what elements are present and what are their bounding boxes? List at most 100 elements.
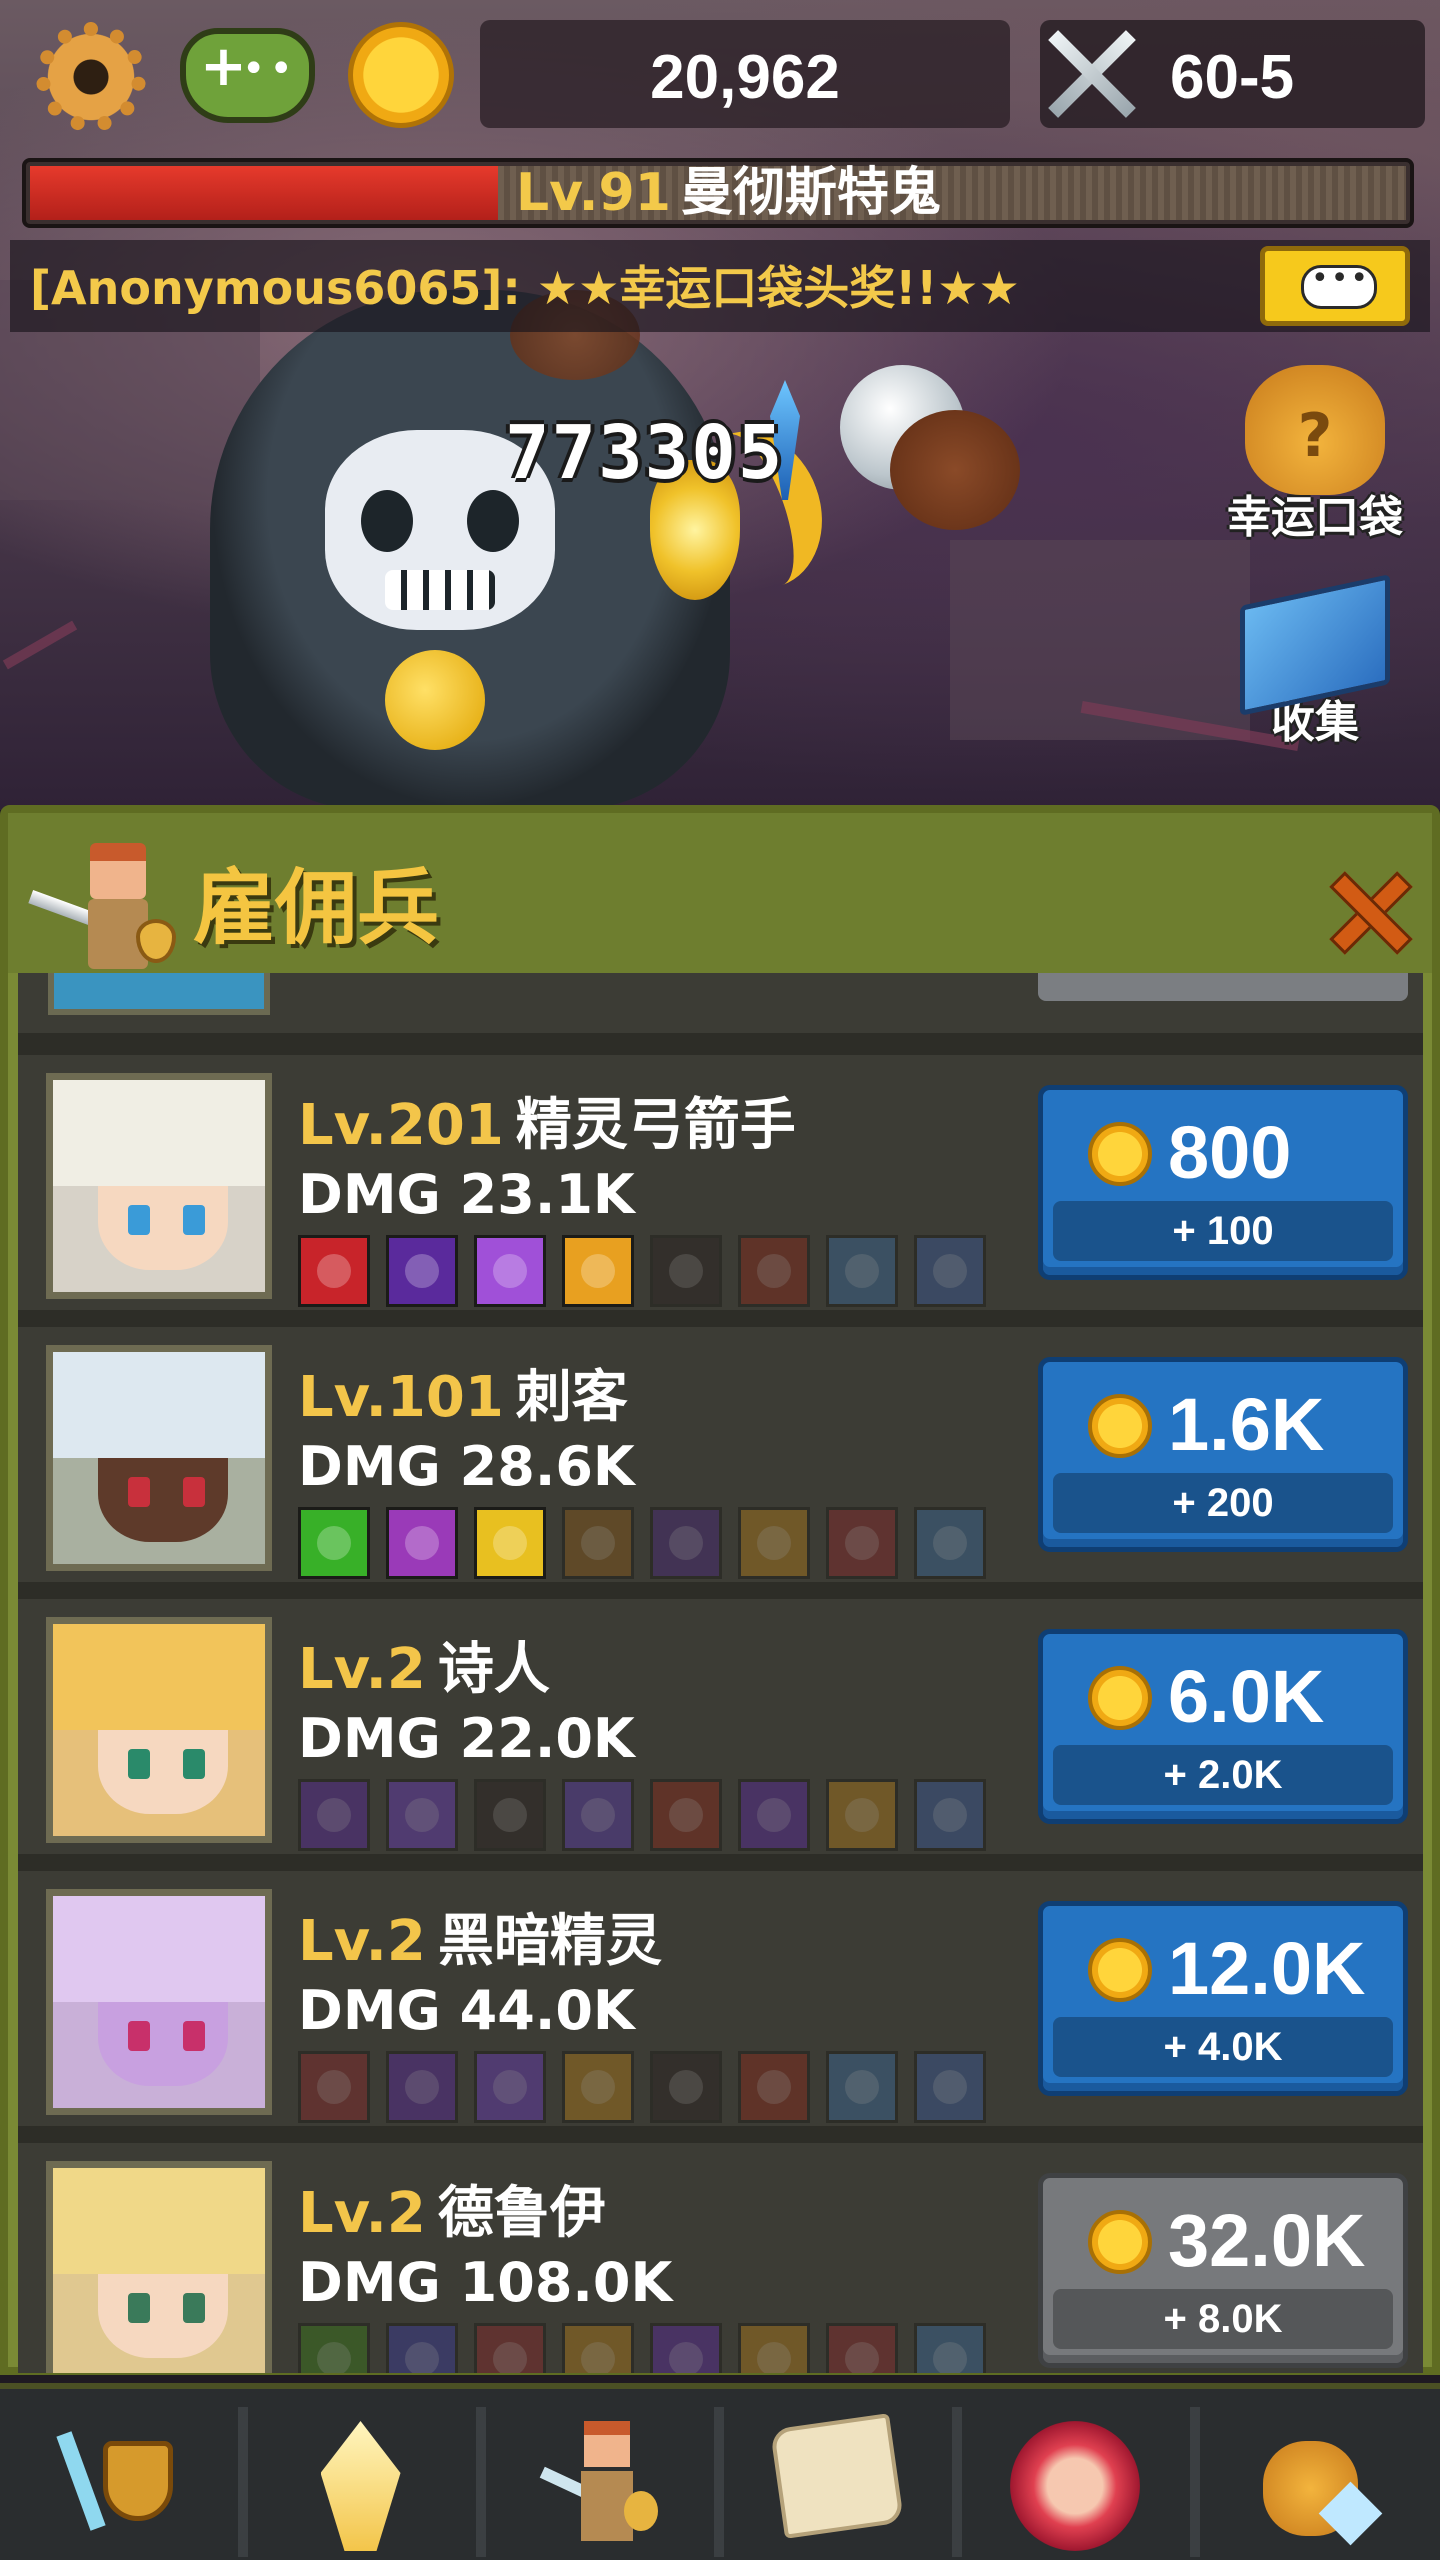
skill-icon[interactable]: [738, 2051, 810, 2123]
portrait-hair: [53, 1080, 265, 1186]
mercenary-row[interactable]: Lv.2 黑暗精灵 DMG 44.0K 12.0K + 4.0K: [18, 1871, 1423, 2126]
skill-icon[interactable]: [474, 2323, 546, 2373]
mercenary-name: 诗人: [437, 1637, 550, 1702]
mercenary-portrait[interactable]: [46, 1345, 272, 1571]
mercenary-level: Lv.2: [298, 1909, 426, 1974]
portrait-eye: [128, 2293, 150, 2323]
boss-eye: [361, 490, 413, 552]
skill-icon[interactable]: [562, 2051, 634, 2123]
nav-tab[interactable]: [1200, 2401, 1425, 2560]
nav-divider: [238, 2407, 248, 2557]
skill-icon[interactable]: [738, 2323, 810, 2373]
skill-icon[interactable]: [738, 1779, 810, 1851]
skill-icon[interactable]: [562, 2323, 634, 2373]
skill-icon[interactable]: [914, 2051, 986, 2123]
mercenary-dmg: DMG 108.0K: [298, 2251, 673, 2314]
mercenary-portrait[interactable]: [46, 1073, 272, 1299]
portrait-eye: [183, 1749, 205, 1779]
skill-icon[interactable]: [386, 2323, 458, 2373]
skill-icon[interactable]: [562, 1507, 634, 1579]
skill-icon[interactable]: [562, 1779, 634, 1851]
skill-icon[interactable]: [298, 2323, 370, 2373]
mercenary-row[interactable]: Lv.2 诗人 DMG 22.0K 6.0K + 2.0K: [18, 1599, 1423, 1854]
skill-icon[interactable]: [298, 1235, 370, 1307]
upgrade-cost: 6.0K: [1168, 1655, 1325, 1738]
skill-icon[interactable]: [298, 1779, 370, 1851]
skill-icon[interactable]: [738, 1507, 810, 1579]
mercenary-row[interactable]: Lv.201 精灵弓箭手 DMG 23.1K 800 + 100: [18, 1055, 1423, 1310]
skill-icon[interactable]: [826, 1779, 898, 1851]
portrait-hair: [53, 1896, 265, 2002]
skill-icon[interactable]: [826, 1507, 898, 1579]
collection-button[interactable]: 收集: [1215, 574, 1415, 750]
nav-tab[interactable]: [486, 2401, 711, 2560]
mercenary-list[interactable]: Lv.201 精灵弓箭手 DMG 23.1K 800 + 100 Lv.101 刺客…: [18, 973, 1423, 2373]
skill-icon[interactable]: [826, 2051, 898, 2123]
mercenary-portrait[interactable]: [46, 1617, 272, 1843]
nav-divider: [714, 2407, 724, 2557]
skill-icon[interactable]: [386, 1235, 458, 1307]
damage-increment: + 200: [1053, 1473, 1393, 1533]
mercenary-title: Lv.2 黑暗精灵: [298, 1896, 662, 1977]
upgrade-button[interactable]: 12.0K + 4.0K: [1038, 1901, 1408, 2096]
skill-icon[interactable]: [650, 2323, 722, 2373]
mercenary-title: Lv.201 精灵弓箭手: [298, 1080, 796, 1161]
nav-tab[interactable]: [10, 2401, 235, 2560]
skill-icon[interactable]: [386, 1779, 458, 1851]
close-icon[interactable]: [1322, 865, 1412, 955]
gear-icon[interactable]: [36, 22, 146, 132]
nav-tab[interactable]: [724, 2401, 949, 2560]
skill-list: [298, 1507, 986, 1579]
chat-bubble-icon[interactable]: [1260, 246, 1410, 326]
mercenary-level: Lv.101: [298, 1365, 504, 1430]
skill-icon[interactable]: [386, 2051, 458, 2123]
skill-icon[interactable]: [386, 1507, 458, 1579]
skill-icon[interactable]: [738, 1235, 810, 1307]
mercenary-name: 精灵弓箭手: [515, 1093, 796, 1158]
skill-icon[interactable]: [650, 1507, 722, 1579]
skill-icon[interactable]: [650, 1779, 722, 1851]
boss-eye: [467, 490, 519, 552]
skill-icon[interactable]: [474, 1507, 546, 1579]
mercenary-row[interactable]: Lv.101 刺客 DMG 28.6K 1.6K + 200: [18, 1327, 1423, 1582]
skill-icon[interactable]: [474, 2051, 546, 2123]
battle-scene[interactable]: 773305 幸运口袋 收集 20,962 60-5 Lv.91曼彻斯特鬼 [A…: [0, 0, 1440, 810]
nav-tab[interactable]: [248, 2401, 473, 2560]
gamepad-icon[interactable]: [180, 28, 315, 123]
skill-icon[interactable]: [914, 1507, 986, 1579]
portrait-eye: [183, 2293, 205, 2323]
holy-sword-icon: [320, 2421, 401, 2551]
portrait-eye: [128, 1477, 150, 1507]
skill-icon[interactable]: [474, 1235, 546, 1307]
damage-increment: + 8.0K: [1053, 2289, 1393, 2349]
skill-icon[interactable]: [474, 1779, 546, 1851]
chat-bar[interactable]: [Anonymous6065]: ★★幸运口袋头奖!!★★: [10, 240, 1430, 332]
skill-icon[interactable]: [826, 1235, 898, 1307]
upgrade-button[interactable]: 6.0K + 2.0K: [1038, 1629, 1408, 1824]
upgrade-button[interactable]: [1038, 973, 1408, 1001]
skill-icon[interactable]: [914, 2323, 986, 2373]
skill-icon[interactable]: [298, 2051, 370, 2123]
skill-icon[interactable]: [914, 1235, 986, 1307]
skill-icon[interactable]: [298, 1507, 370, 1579]
lucky-bag-button[interactable]: 幸运口袋: [1215, 365, 1415, 545]
skill-icon[interactable]: [914, 1779, 986, 1851]
mercenary-panel: 雇佣兵 Lv.201 精灵弓箭手 DMG 23.1K 800 + 100 Lv.…: [0, 805, 1440, 2375]
upgrade-button[interactable]: 1.6K + 200: [1038, 1357, 1408, 1552]
nav-tab[interactable]: [962, 2401, 1187, 2560]
mercenary-portrait[interactable]: [46, 1889, 272, 2115]
portrait-eye: [183, 1205, 205, 1235]
mercenary-portrait[interactable]: [46, 2161, 272, 2373]
skill-icon[interactable]: [562, 1235, 634, 1307]
gold-coin-icon: [348, 22, 454, 128]
hp-fill: [30, 166, 498, 220]
upgrade-button[interactable]: 800 + 100: [1038, 1085, 1408, 1280]
mercenary-row[interactable]: Lv.2 德鲁伊 DMG 108.0K 32.0K + 8.0K: [18, 2143, 1423, 2373]
mercenary-title: Lv.101 刺客: [298, 1352, 628, 1433]
skill-icon[interactable]: [650, 1235, 722, 1307]
skill-icon[interactable]: [826, 2323, 898, 2373]
skill-icon[interactable]: [650, 2051, 722, 2123]
mercenary-dmg: DMG 44.0K: [298, 1979, 635, 2042]
skill-list: [298, 1779, 986, 1851]
upgrade-button[interactable]: 32.0K + 8.0K: [1038, 2173, 1408, 2368]
